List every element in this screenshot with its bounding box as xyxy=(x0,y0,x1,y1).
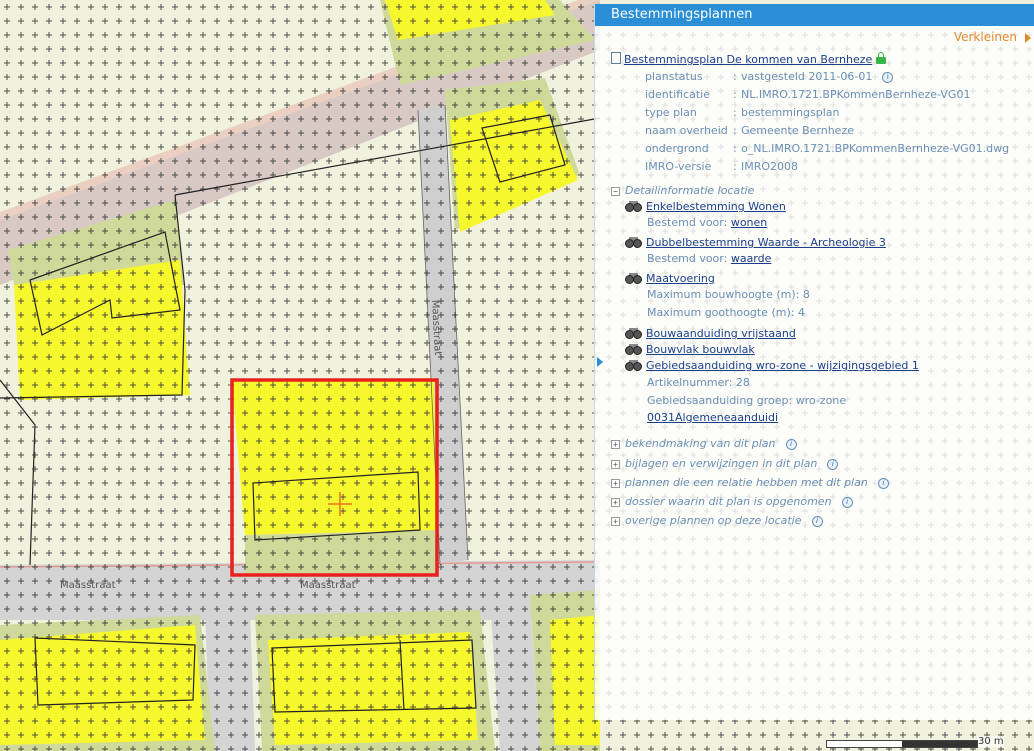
collapse-toggle-icon[interactable]: − xyxy=(611,187,620,196)
meta-row: planstatus: vastgesteld 2011-06-01 i xyxy=(645,70,894,83)
expand-toggle-icon[interactable]: + xyxy=(611,460,620,469)
detail-sub-text: Bestemd voor: xyxy=(647,216,731,229)
street-label-1: Maasstraat xyxy=(60,580,116,591)
detail-item: Enkelbestemming Wonen xyxy=(625,200,786,213)
collapse-button[interactable]: Verkleinen xyxy=(954,30,1017,44)
lock-icon xyxy=(876,52,887,64)
meta-row: identificatie: NL.IMRO.1721.BPKommenBernh… xyxy=(645,88,970,101)
document-icon xyxy=(611,52,621,64)
detail-item-link[interactable]: Dubbelbestemming Waarde - Archeologie 3 xyxy=(646,236,886,249)
detail-item-link[interactable]: Maatvoering xyxy=(646,272,715,285)
detail-item-link[interactable]: Enkelbestemming Wonen xyxy=(646,200,786,213)
detail-sub-row: Gebiedsaanduiding groep: wro-zone xyxy=(647,394,846,407)
plan-info-panel: Bestemmingsplannen Verkleinen Bestemming… xyxy=(594,4,1034,720)
collapsed-section-label[interactable]: dossier waarin dit plan is opgenomen xyxy=(625,495,832,508)
meta-value: bestemmingsplan xyxy=(741,106,840,119)
expand-toggle-icon[interactable]: + xyxy=(611,479,620,488)
street-label-2: Maasstraat xyxy=(300,580,356,591)
meta-key: planstatus xyxy=(645,70,703,83)
info-icon[interactable]: i xyxy=(882,72,894,83)
meta-value: IMRO2008 xyxy=(741,160,799,173)
collapse-row: Verkleinen xyxy=(595,26,1034,50)
info-icon[interactable]: i xyxy=(841,497,853,508)
detail-sub-link[interactable]: waarde xyxy=(731,252,772,265)
detail-sub-text: Maximum bouwhoogte (m): 8 xyxy=(647,288,810,301)
detail-sub-text: Bestemd voor: xyxy=(647,252,731,265)
detail-item: Bouwaanduiding vrijstaand xyxy=(625,327,796,340)
info-icon[interactable]: i xyxy=(785,439,797,450)
detail-item: Maatvoering xyxy=(625,272,715,285)
meta-key: IMRO-versie xyxy=(645,160,712,173)
meta-row: IMRO-versie: IMRO2008 xyxy=(645,160,798,173)
detail-sub-text: Maximum goothoogte (m): 4 xyxy=(647,306,805,319)
expand-toggle-icon[interactable]: + xyxy=(611,440,620,449)
detail-item: Gebiedsaanduiding wro-zone - wijzigingsg… xyxy=(625,359,919,372)
meta-colon: : xyxy=(733,88,737,101)
detail-sub-link[interactable]: wonen xyxy=(731,216,767,229)
plan-title-row: Bestemmingsplan De kommen van Bernheze xyxy=(611,52,887,66)
detail-item: Bouwvlak bouwvlak xyxy=(625,343,755,356)
meta-value: NL.IMRO.1721.BPKommenBernheze-VG01 xyxy=(741,88,971,101)
detail-sub-row: Artikelnummer: 28 xyxy=(647,376,750,389)
meta-row: ondergrond: o_NL.IMRO.1721.BPKommenBernhe… xyxy=(645,142,1009,155)
detail-sub-row: Bestemd voor: wonen xyxy=(647,216,767,229)
plan-title-link[interactable]: Bestemmingsplan De kommen van Bernheze xyxy=(624,53,872,66)
meta-key: naam overheid xyxy=(645,124,728,137)
panel-toggle-icon[interactable] xyxy=(597,357,603,367)
meta-value: o_NL.IMRO.1721.BPKommenBernheze-VG01.dwg xyxy=(741,142,1010,155)
collapsed-section-label[interactable]: bekendmaking van dit plan xyxy=(625,437,776,450)
binoculars-icon xyxy=(625,237,643,248)
info-icon[interactable]: i xyxy=(827,459,839,470)
expand-toggle-icon[interactable]: + xyxy=(611,517,620,526)
scale-label: 30 m xyxy=(978,736,1004,747)
info-icon[interactable]: i xyxy=(877,478,889,489)
meta-row: naam overheid: Gemeente Bernheze xyxy=(645,124,854,137)
detail-heading: Detailinformatie locatie xyxy=(625,184,755,197)
meta-colon: : xyxy=(733,160,737,173)
detail-sub-row: 0031Algemeneaanduidi xyxy=(647,411,778,424)
collapsed-section[interactable]: + bijlagen en verwijzingen in dit plan i xyxy=(611,457,839,470)
binoculars-icon xyxy=(625,328,643,339)
binoculars-icon xyxy=(625,201,643,212)
collapsed-section-label[interactable]: plannen die een relatie hebben met dit p… xyxy=(625,476,868,489)
detail-section: − Detailinformatie locatie xyxy=(611,184,754,197)
collapsed-section[interactable]: + bekendmaking van dit plan i xyxy=(611,437,797,450)
detail-sub-row: Maximum goothoogte (m): 4 xyxy=(647,306,805,319)
collapsed-section-label[interactable]: overige plannen op deze locatie xyxy=(625,514,802,527)
detail-sub-text: Artikelnummer: 28 xyxy=(647,376,750,389)
detail-item-link[interactable]: Bouwaanduiding vrijstaand xyxy=(646,327,796,340)
info-icon[interactable]: i xyxy=(811,516,823,527)
meta-colon: : xyxy=(733,70,737,83)
meta-colon: : xyxy=(733,124,737,137)
collapsed-section-label[interactable]: bijlagen en verwijzingen in dit plan xyxy=(625,457,817,470)
binoculars-icon xyxy=(625,273,643,284)
binoculars-icon xyxy=(625,344,643,355)
binoculars-icon xyxy=(625,360,643,371)
scale-bar xyxy=(826,740,978,748)
detail-sub-text: Gebiedsaanduiding groep: wro-zone xyxy=(647,394,847,407)
arrow-right-icon[interactable] xyxy=(1025,33,1031,43)
meta-colon: : xyxy=(733,142,737,155)
meta-row: type plan: bestemmingsplan xyxy=(645,106,839,119)
collapsed-section[interactable]: + dossier waarin dit plan is opgenomen i xyxy=(611,495,853,508)
detail-item: Dubbelbestemming Waarde - Archeologie 3 xyxy=(625,236,886,249)
meta-key: ondergrond xyxy=(645,142,709,155)
detail-sub-row: Maximum bouwhoogte (m): 8 xyxy=(647,288,810,301)
meta-value: Gemeente Bernheze xyxy=(741,124,854,137)
expand-toggle-icon[interactable]: + xyxy=(611,498,620,507)
detail-sub-row: Bestemd voor: waarde xyxy=(647,252,771,265)
meta-colon: : xyxy=(733,106,737,119)
meta-key: identificatie xyxy=(645,88,711,101)
detail-sub-link[interactable]: 0031Algemeneaanduidi xyxy=(647,411,778,424)
detail-item-link[interactable]: Gebiedsaanduiding wro-zone - wijzigingsg… xyxy=(646,359,919,372)
collapsed-section[interactable]: + overige plannen op deze locatie i xyxy=(611,514,823,527)
meta-value: vastgesteld 2011-06-01 xyxy=(741,70,873,83)
panel-title: Bestemmingsplannen xyxy=(595,4,1034,26)
collapsed-section[interactable]: + plannen die een relatie hebben met dit … xyxy=(611,476,889,489)
detail-item-link[interactable]: Bouwvlak bouwvlak xyxy=(646,343,755,356)
meta-key: type plan xyxy=(645,106,697,119)
